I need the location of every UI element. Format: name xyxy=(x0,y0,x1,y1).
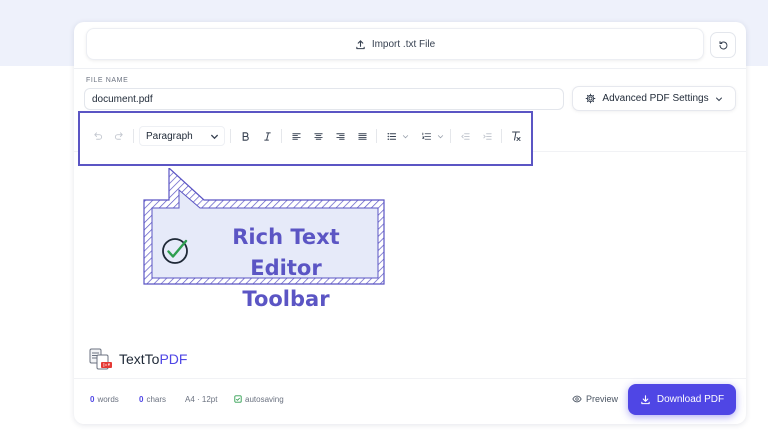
paragraph-select-value: Paragraph xyxy=(146,130,193,142)
toolbar-separator xyxy=(376,129,377,143)
undo-button[interactable] xyxy=(86,125,108,147)
download-label: Download PDF xyxy=(656,394,725,405)
align-justify-button[interactable] xyxy=(351,125,373,147)
callout-line-1: Rich Text Editor xyxy=(232,225,340,280)
download-icon xyxy=(641,395,650,405)
pdf-document-icon xyxy=(89,348,112,370)
advanced-pdf-settings-button[interactable]: Advanced PDF Settings xyxy=(572,86,736,111)
brand-name-part1: TextTo xyxy=(119,351,160,367)
outdent-icon xyxy=(460,132,470,140)
toolbar-separator xyxy=(281,129,282,143)
preview-label: Preview xyxy=(586,394,619,404)
redo-icon xyxy=(114,131,123,140)
toolbar-separator xyxy=(230,129,231,143)
chevron-down-icon xyxy=(211,134,218,139)
align-center-icon xyxy=(313,132,323,140)
brand-logo: TextToPDF xyxy=(88,347,187,371)
align-justify-icon xyxy=(357,132,367,140)
bold-button[interactable] xyxy=(234,125,256,147)
char-count-value: 0 xyxy=(139,394,144,404)
chevron-down-icon[interactable] xyxy=(402,133,409,140)
import-label: Import .txt File xyxy=(371,38,436,50)
paragraph-style-select[interactable]: Paragraph xyxy=(139,126,225,146)
indent-button[interactable] xyxy=(476,125,498,147)
word-count: 0 words xyxy=(90,392,119,406)
clear-formatting-button[interactable] xyxy=(505,125,527,147)
outdent-button[interactable] xyxy=(454,125,476,147)
brand-name-part2: PDF xyxy=(159,351,188,367)
undo-icon xyxy=(93,131,102,140)
toolbar-separator xyxy=(133,129,134,143)
file-name-label: FILE NAME xyxy=(86,77,129,84)
autosave-status: autosaving xyxy=(234,392,284,406)
chevron-down-icon xyxy=(715,97,722,101)
checkmark-icon xyxy=(162,238,188,264)
chevron-down-icon[interactable] xyxy=(437,133,444,140)
download-pdf-button[interactable]: Download PDF xyxy=(628,384,736,415)
rich-text-toolbar: Paragraph xyxy=(80,124,531,148)
numbered-list-button[interactable] xyxy=(415,125,437,147)
word-count-label: words xyxy=(97,394,119,404)
preview-button[interactable]: Preview xyxy=(572,391,618,407)
advanced-settings-label: Advanced PDF Settings xyxy=(602,93,709,104)
align-center-button[interactable] xyxy=(307,125,329,147)
bold-icon xyxy=(242,131,249,141)
refresh-icon xyxy=(719,40,727,49)
bullet-list-button[interactable] xyxy=(380,125,402,147)
italic-button[interactable] xyxy=(256,125,278,147)
indent-icon xyxy=(482,132,492,140)
footer-divider xyxy=(74,378,746,379)
align-right-icon xyxy=(335,132,345,140)
italic-icon xyxy=(263,131,271,141)
reset-button[interactable] xyxy=(710,32,736,58)
redo-button[interactable] xyxy=(108,125,130,147)
bullet-list-icon xyxy=(387,132,396,140)
brand-name: TextToPDF xyxy=(119,351,187,367)
char-count: 0 chars xyxy=(139,392,166,406)
page-format: A4 · 12pt xyxy=(185,392,217,406)
file-name-input[interactable] xyxy=(84,88,564,110)
align-right-button[interactable] xyxy=(329,125,351,147)
import-txt-button[interactable]: Import .txt File xyxy=(86,28,704,60)
save-icon xyxy=(234,395,242,403)
toolbar-separator xyxy=(501,129,502,143)
callout-label: Rich Text Editor Toolbar xyxy=(198,222,374,315)
numbered-list-icon xyxy=(421,132,431,140)
align-left-icon xyxy=(291,132,301,140)
char-count-label: chars xyxy=(146,394,167,404)
header-divider xyxy=(74,68,746,69)
callout-line-2: Toolbar xyxy=(242,287,330,311)
toolbar-highlight-frame: Paragraph xyxy=(78,111,533,166)
align-left-button[interactable] xyxy=(285,125,307,147)
page-format-label: A4 · 12pt xyxy=(185,394,218,404)
toolbar-separator xyxy=(450,129,451,143)
clear-formatting-icon xyxy=(512,131,521,141)
eye-icon xyxy=(572,395,582,403)
autosave-label: autosaving xyxy=(245,394,284,404)
gear-icon xyxy=(586,93,596,104)
word-count-value: 0 xyxy=(90,394,95,404)
upload-icon xyxy=(356,39,365,49)
